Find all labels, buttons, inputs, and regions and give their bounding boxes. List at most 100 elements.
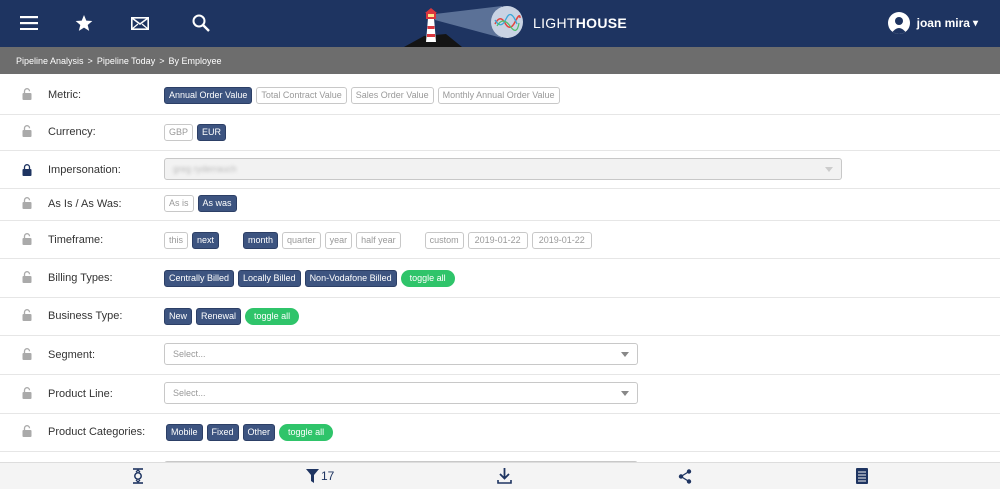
product-categories-label: Product Categories:: [48, 426, 146, 438]
avatar: [887, 12, 910, 34]
option-as-is[interactable]: As is: [164, 195, 194, 212]
breadcrumb-separator: >: [87, 55, 93, 66]
metric-option-total-contract-value[interactable]: Total Contract Value: [256, 87, 347, 104]
business-option-renewal[interactable]: Renewal: [196, 308, 242, 325]
timeframe-end-date[interactable]: 2019-01-22: [531, 232, 592, 249]
business-type-options: New Renewal toggle all: [164, 308, 303, 325]
metric-label: Metric:: [48, 89, 81, 101]
logo-wordmark: LIGHTHOUSE: [533, 15, 628, 31]
filter-icon: [306, 469, 319, 483]
filter-button[interactable]: 17: [306, 467, 334, 485]
segment-label: Segment:: [48, 349, 96, 361]
product-categories-row: Product Categories: Mobile Fixed Other t…: [0, 414, 1000, 452]
timeframe-option-custom[interactable]: custom: [424, 232, 464, 249]
hamburger-menu-icon[interactable]: [18, 12, 40, 34]
lighthouse-logo[interactable]: LIGHTHOUSE: [402, 4, 632, 47]
breadcrumb-item[interactable]: Pipeline Today: [97, 56, 155, 66]
search-icon[interactable]: [190, 12, 212, 34]
user-menu[interactable]: joan mira ▾: [887, 12, 978, 34]
timeframe-option-month[interactable]: month: [243, 232, 279, 249]
lock-open-icon[interactable]: [22, 233, 32, 245]
impersonation-select[interactable]: greg ryderrauch: [164, 158, 842, 180]
billing-option-non-vodafone-billed[interactable]: Non-Vodafone Billed: [304, 270, 397, 287]
user-name: joan mira: [916, 16, 970, 30]
lock-open-icon[interactable]: [22, 348, 32, 360]
billing-types-row: Billing Types: Centrally Billed Locally …: [0, 259, 1000, 298]
billing-types-label: Billing Types:: [48, 272, 113, 284]
top-navigation-bar: LIGHTHOUSE joan mira ▾: [0, 0, 1000, 47]
currency-options: GBP EUR: [164, 124, 230, 141]
lock-open-icon[interactable]: [22, 125, 32, 137]
chevron-down-icon: [621, 391, 629, 396]
share-icon[interactable]: [678, 467, 692, 485]
envelope-icon[interactable]: [129, 12, 151, 34]
category-option-fixed[interactable]: Fixed: [206, 424, 239, 441]
business-type-label: Business Type:: [48, 310, 123, 322]
currency-row: Currency: GBP EUR: [0, 115, 1000, 151]
lock-open-icon[interactable]: [22, 88, 32, 100]
lock-open-icon[interactable]: [22, 309, 32, 321]
product-line-placeholder: Select...: [173, 388, 206, 398]
segment-control: Select...: [164, 343, 638, 365]
billing-option-locally-billed[interactable]: Locally Billed: [238, 270, 301, 287]
billing-types-options: Centrally Billed Locally Billed Non-Voda…: [164, 270, 459, 287]
breadcrumb-item[interactable]: Pipeline Analysis: [16, 56, 84, 66]
impersonation-row: Impersonation: greg ryderrauch: [0, 151, 1000, 189]
timeframe-option-year[interactable]: year: [324, 232, 353, 249]
download-icon[interactable]: [497, 467, 512, 485]
bottom-toolbar: 17: [0, 462, 1000, 489]
segment-row: Segment: Select...: [0, 336, 1000, 375]
lock-open-icon[interactable]: [22, 425, 32, 437]
metric-options: Annual Order Value Total Contract Value …: [164, 87, 564, 104]
timeframe-start-date[interactable]: 2019-01-22: [467, 232, 528, 249]
as-is-as-was-label: As Is / As Was:: [48, 198, 122, 210]
filter-panel: Metric: Annual Order Value Total Contrac…: [0, 74, 1000, 475]
impersonation-control: greg ryderrauch: [164, 158, 842, 180]
option-as-was[interactable]: As was: [197, 195, 237, 212]
star-icon[interactable]: [73, 12, 95, 34]
metric-option-annual-order-value[interactable]: Annual Order Value: [164, 87, 253, 104]
category-option-mobile[interactable]: Mobile: [166, 424, 203, 441]
segment-select[interactable]: Select...: [164, 343, 638, 365]
chevron-down-icon: [825, 167, 833, 172]
as-is-as-was-row: As Is / As Was: As is As was: [0, 189, 1000, 221]
metric-option-sales-order-value[interactable]: Sales Order Value: [350, 87, 434, 104]
billing-option-centrally-billed[interactable]: Centrally Billed: [164, 270, 235, 287]
lock-open-icon[interactable]: [22, 271, 32, 283]
categories-toggle-all-button[interactable]: toggle all: [279, 424, 334, 441]
timeframe-option-half-year[interactable]: half year: [356, 232, 401, 249]
lock-open-icon[interactable]: [22, 387, 32, 399]
chevron-down-icon: [621, 352, 629, 357]
impersonation-value: greg ryderrauch: [173, 164, 237, 174]
list-view-icon[interactable]: [856, 467, 868, 485]
breadcrumb: Pipeline Analysis > Pipeline Today > By …: [0, 47, 1000, 74]
product-categories-options: Mobile Fixed Other toggle all: [166, 424, 337, 441]
breadcrumb-separator: >: [159, 55, 165, 66]
product-line-select[interactable]: Select...: [164, 382, 638, 404]
business-toggle-all-button[interactable]: toggle all: [245, 308, 300, 325]
currency-label: Currency:: [48, 126, 96, 138]
category-option-other[interactable]: Other: [242, 424, 276, 441]
lock-open-icon[interactable]: [22, 197, 32, 209]
chevron-down-icon: ▾: [972, 17, 978, 29]
metric-option-monthly-annual-order-value[interactable]: Monthly Annual Order Value: [437, 87, 560, 104]
filter-count: 17: [321, 469, 335, 483]
business-option-new[interactable]: New: [164, 308, 193, 325]
collapse-panel-icon[interactable]: [131, 467, 145, 485]
business-type-row: Business Type: New Renewal toggle all: [0, 298, 1000, 336]
timeframe-option-this[interactable]: this: [164, 232, 189, 249]
product-line-row: Product Line: Select...: [0, 375, 1000, 414]
product-line-label: Product Line:: [48, 388, 113, 400]
product-line-control: Select...: [164, 382, 638, 404]
metric-row: Metric: Annual Order Value Total Contrac…: [0, 74, 1000, 115]
currency-option-gbp[interactable]: GBP: [164, 124, 194, 141]
lock-closed-icon[interactable]: [22, 164, 32, 176]
breadcrumb-current: By Employee: [168, 55, 222, 66]
currency-option-eur[interactable]: EUR: [197, 124, 227, 141]
timeframe-option-next[interactable]: next: [192, 232, 220, 249]
timeframe-option-quarter[interactable]: quarter: [282, 232, 321, 249]
billing-toggle-all-button[interactable]: toggle all: [400, 270, 455, 287]
impersonation-label: Impersonation:: [48, 164, 121, 176]
as-is-as-was-options: As is As was: [164, 195, 241, 212]
timeframe-row: Timeframe: this next month quarter year …: [0, 221, 1000, 259]
